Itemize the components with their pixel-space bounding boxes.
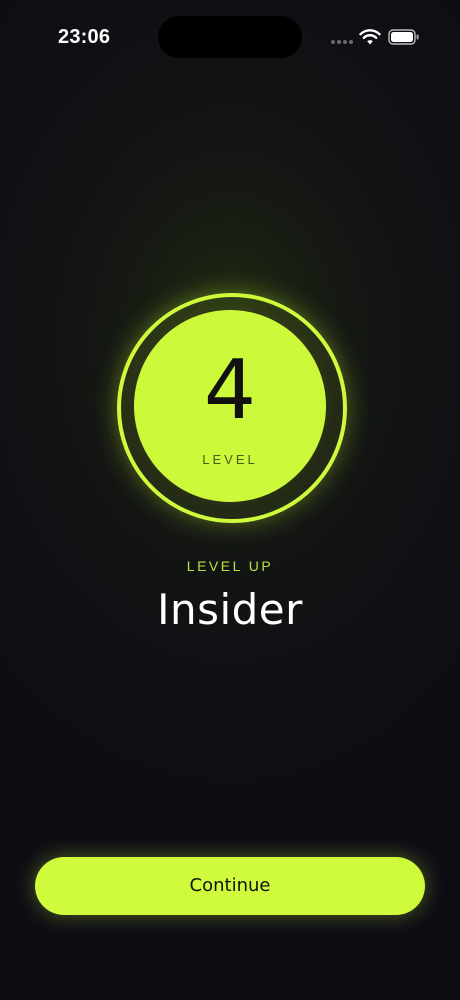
continue-button[interactable]: Continue xyxy=(35,857,425,915)
wifi-icon xyxy=(359,29,381,45)
level-name-title: Insider xyxy=(157,585,303,634)
battery-icon xyxy=(388,29,419,45)
level-number: 4 xyxy=(203,343,257,438)
level-up-label: LEVEL UP xyxy=(186,558,274,574)
dynamic-island xyxy=(158,16,302,58)
cellular-signal-icon xyxy=(331,40,353,46)
level-caption: LEVEL xyxy=(202,452,258,467)
status-bar: 23:06 xyxy=(0,0,460,76)
status-time: 23:06 xyxy=(58,26,111,48)
